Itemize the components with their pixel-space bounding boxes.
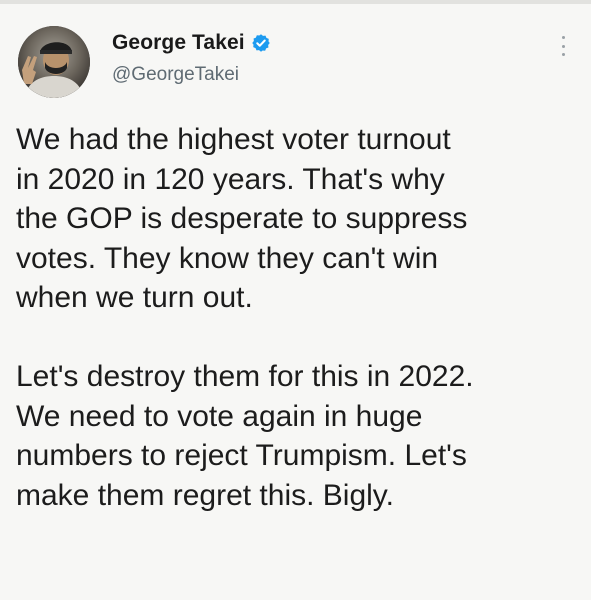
tweet-line: We had the highest voter turnout — [16, 123, 451, 156]
tweet-paragraph: Let's destroy them for this in 2022. We … — [16, 357, 578, 515]
author-block: George Takei @GeorgeTakei — [112, 30, 271, 86]
display-name[interactable]: George Takei — [112, 31, 245, 55]
more-options-icon[interactable] — [559, 36, 567, 56]
tweet-line: when we turn out. — [16, 281, 253, 314]
top-divider — [0, 0, 591, 4]
tweet-line: votes. They know they can't win — [16, 241, 439, 275]
tweet-line: We need to vote again in huge — [16, 399, 423, 433]
tweet-line: Let's destroy them for this in 2022. — [16, 360, 474, 393]
verified-badge-icon — [251, 33, 271, 53]
dot — [561, 53, 565, 56]
tweet-paragraph: We had the highest voter turnout in 2020… — [16, 120, 578, 318]
tweet-line: in 2020 in 120 years. That's why — [16, 162, 445, 196]
avatar[interactable] — [18, 26, 90, 98]
tweet-line: make them regret this. Bigly. — [16, 478, 394, 512]
tweet-line: numbers to reject Trumpism. Let's — [16, 439, 467, 472]
avatar-image — [18, 26, 90, 98]
tweet-line: the GOP is desperate to suppress — [16, 202, 468, 235]
user-handle[interactable]: @GeorgeTakei — [112, 64, 271, 86]
dot — [561, 44, 565, 48]
dot — [561, 36, 565, 39]
tweet-card: George Takei @GeorgeTakei We had the hig… — [0, 0, 591, 600]
tweet-text: We had the highest voter turnout in 2020… — [16, 120, 578, 515]
name-row: George Takei — [112, 30, 271, 56]
